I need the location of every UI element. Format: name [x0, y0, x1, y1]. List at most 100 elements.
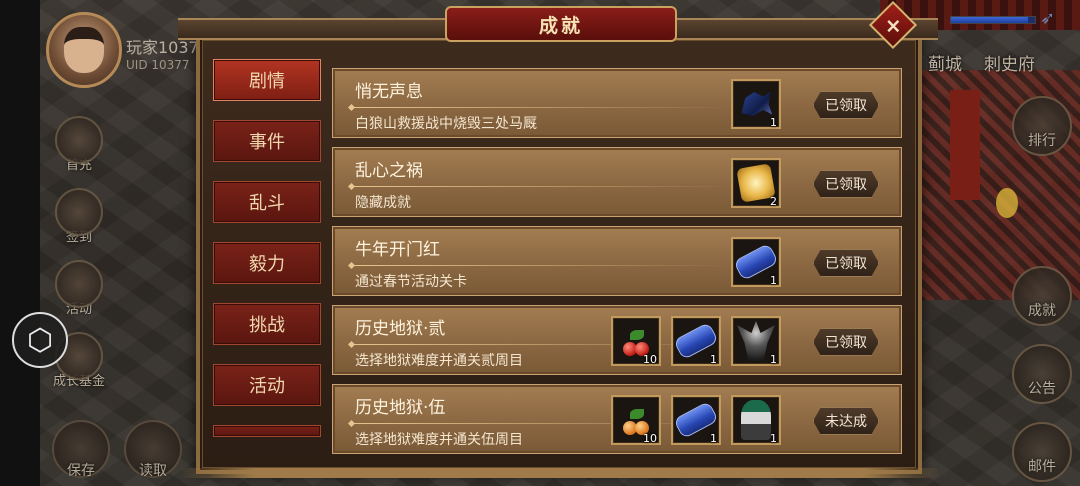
achievement-desc: 通过春节活动关卡	[355, 274, 467, 290]
achievement-title: 历史地狱·贰	[355, 319, 446, 339]
dialog-title-plate: 成就	[445, 6, 677, 42]
close-icon: ×	[884, 12, 902, 37]
reward-qty: 10	[643, 353, 657, 366]
achievement-row: 历史地狱·伍 选择地狱难度并通关伍周目 10 1 1 未达成	[332, 384, 902, 454]
tab-brawl[interactable]: 乱斗	[213, 181, 321, 223]
row-divider	[351, 186, 731, 187]
tab-event-label: 事件	[249, 132, 285, 153]
mail-button[interactable]: 邮件	[1012, 422, 1072, 482]
reward-qty: 1	[770, 432, 777, 445]
achievement-title: 乱心之祸	[355, 161, 423, 181]
row-divider	[351, 265, 731, 266]
reward-slot[interactable]: 10	[611, 316, 661, 366]
top-progress-bar	[950, 16, 1036, 24]
achievement-row: 悄无声息 白狼山救援战中烧毁三处马厩 1 已领取	[332, 68, 902, 138]
ranking-button[interactable]: 排行	[1012, 96, 1072, 156]
tab-challenge-label: 挑战	[249, 315, 285, 336]
achievement-desc: 选择地狱难度并通关伍周目	[355, 432, 523, 448]
achievement-desc: 白狼山救援战中烧毁三处马厩	[355, 116, 537, 132]
reward-qty: 1	[770, 274, 777, 287]
pillar-background	[950, 90, 980, 200]
claim-status-button[interactable]: 已领取	[813, 91, 879, 119]
achievement-row: 牛年开门红 通过春节活动关卡 1 已领取	[332, 226, 902, 296]
top-progress-fill	[951, 17, 1029, 23]
claim-status-label: 已领取	[825, 256, 867, 272]
reward-slot[interactable]: 2	[731, 158, 781, 208]
dialog-bottom-trim	[180, 468, 940, 478]
load-button[interactable]: 读取	[124, 420, 182, 479]
tab-perseverance[interactable]: 毅力	[213, 242, 321, 284]
horse-icon	[741, 92, 773, 116]
city-label: 蓟城	[928, 55, 962, 75]
sign-in-icon	[55, 188, 103, 236]
notice-label: 公告	[1028, 381, 1056, 397]
achievement-title: 历史地狱·伍	[355, 398, 446, 418]
reward-qty: 1	[710, 353, 717, 366]
achievement-title: 悄无声息	[355, 82, 423, 102]
reward-qty: 1	[770, 353, 777, 366]
claim-status-label: 已领取	[825, 335, 867, 351]
reward-slot[interactable]: 1	[731, 79, 781, 129]
location-labels: 蓟城 刺史府	[928, 50, 1035, 75]
reward-slot[interactable]: 1	[671, 395, 721, 445]
reward-slot[interactable]: 1	[671, 316, 721, 366]
reward-slot[interactable]: 1	[731, 395, 781, 445]
achievement-button[interactable]: 成就	[1012, 266, 1072, 326]
tab-brawl-label: 乱斗	[249, 193, 285, 214]
ranking-label: 排行	[1028, 133, 1056, 149]
reward-slot[interactable]: 1	[731, 237, 781, 287]
row-divider	[351, 107, 731, 108]
save-button[interactable]: 保存	[52, 420, 110, 479]
claim-status-label: 已领取	[825, 98, 867, 114]
floating-cube-button[interactable]: ⬡	[12, 312, 68, 368]
notice-button[interactable]: 公告	[1012, 344, 1072, 404]
tab-activity[interactable]: 活动	[213, 364, 321, 406]
reward-qty: 10	[643, 432, 657, 445]
tab-event[interactable]: 事件	[213, 120, 321, 162]
office-label: 刺史府	[984, 55, 1035, 75]
title-left-ornament	[178, 18, 458, 40]
reward-slot[interactable]: 1	[731, 316, 781, 366]
claim-status-label: 未达成	[825, 414, 867, 430]
tab-story-label: 剧情	[249, 71, 285, 92]
load-label: 读取	[139, 463, 167, 479]
claim-status-label: 已领取	[825, 177, 867, 193]
reward-qty: 1	[710, 432, 717, 445]
warrior-general-icon	[741, 400, 771, 440]
tab-challenge[interactable]: 挑战	[213, 303, 321, 345]
claim-status-button[interactable]: 未达成	[813, 407, 879, 435]
save-label: 保存	[67, 463, 95, 479]
achievement-row: 乱心之祸 隐藏成就 2 已领取	[332, 147, 902, 217]
activity-icon	[55, 260, 103, 308]
achievement-title: 牛年开门红	[355, 240, 440, 260]
reward-qty: 2	[770, 195, 777, 208]
tab-story[interactable]: 剧情	[213, 59, 321, 101]
claim-status-button[interactable]: 已领取	[813, 249, 879, 277]
first-recharge-button[interactable]: 首充	[52, 116, 106, 173]
achievement-list[interactable]: 悄无声息 白狼山救援战中烧毁三处马厩 1 已领取 乱心之祸 隐藏成就 2 已领取…	[330, 66, 904, 462]
tab-perseverance-label: 毅力	[249, 254, 285, 275]
tab-activity-label: 活动	[249, 376, 285, 397]
cube-icon: ⬡	[26, 322, 54, 358]
gift-icon	[55, 116, 103, 164]
reward-qty: 1	[770, 116, 777, 129]
achievement-desc: 隐藏成就	[355, 195, 411, 211]
activity-button[interactable]: 活动	[52, 260, 106, 317]
player-avatar[interactable]	[46, 12, 122, 88]
sign-in-button[interactable]: 签到	[52, 188, 106, 245]
achievement-label: 成就	[1028, 303, 1056, 319]
screen-left-edge	[0, 0, 40, 486]
player-uid: UID 10377	[126, 58, 190, 72]
mail-label: 邮件	[1028, 459, 1056, 475]
achievement-desc: 选择地狱难度并通关贰周目	[355, 353, 523, 369]
reward-slot[interactable]: 10	[611, 395, 661, 445]
tab-partial[interactable]	[213, 425, 321, 437]
achievement-row: 历史地狱·贰 选择地狱难度并通关贰周目 10 1 1 已领取	[332, 305, 902, 375]
dialog-title: 成就	[538, 14, 583, 37]
red-fruit-icon	[621, 326, 651, 356]
claim-status-button[interactable]: 已领取	[813, 328, 879, 356]
claim-status-button[interactable]: 已领取	[813, 170, 879, 198]
orange-fruit-icon	[621, 405, 651, 435]
lantern-background	[996, 188, 1018, 218]
wing-icon: ➶	[1040, 8, 1056, 29]
